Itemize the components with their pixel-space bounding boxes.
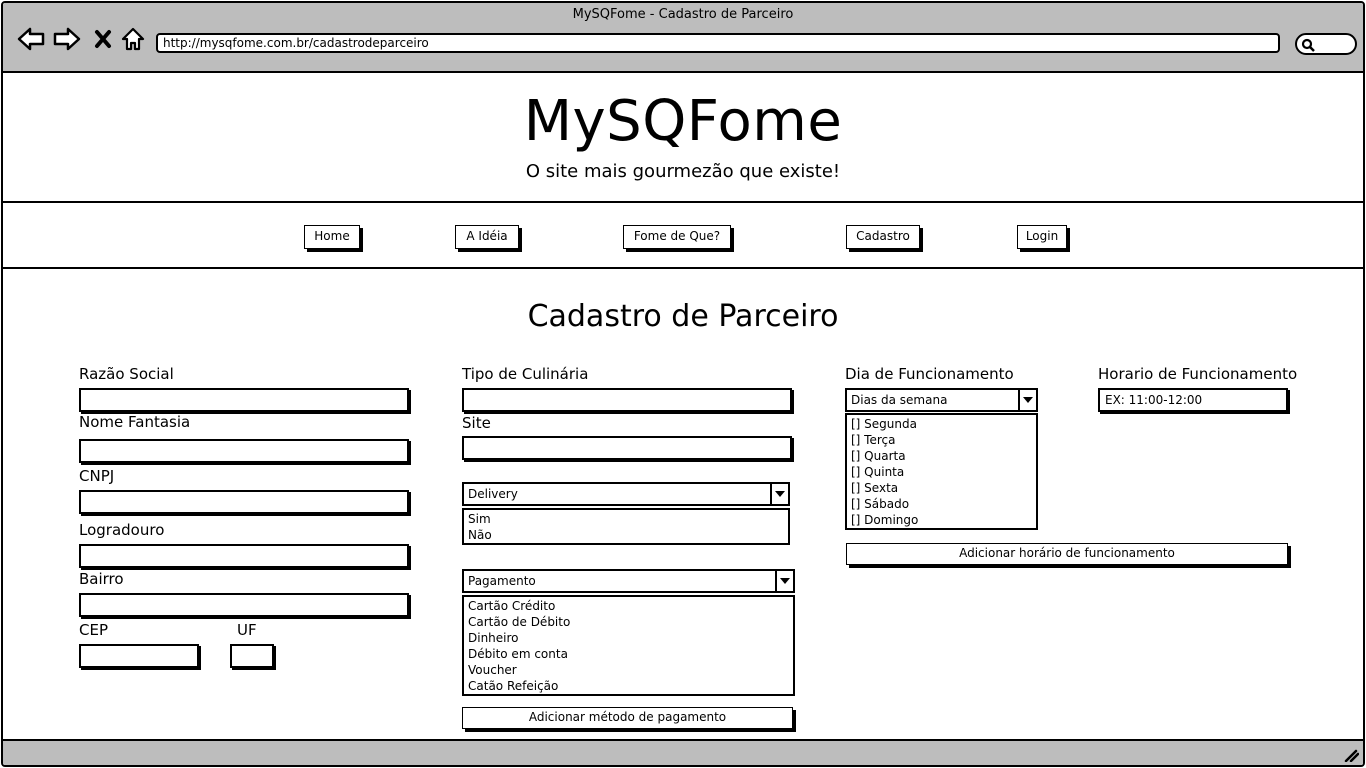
nav-cadastro-button[interactable]: Cadastro	[846, 225, 920, 249]
dias-select[interactable]: Dias da semana	[845, 388, 1038, 412]
pagamento-option[interactable]: Catão Refeição	[468, 678, 789, 694]
bairro-label: Bairro	[79, 570, 124, 588]
nome-fantasia-label: Nome Fantasia	[79, 413, 191, 431]
chevron-down-icon[interactable]	[1018, 390, 1036, 410]
dia-checkbox-item[interactable]: [] Segunda	[851, 416, 1032, 432]
uf-label: UF	[237, 621, 257, 639]
razao-social-label: Razão Social	[79, 365, 174, 383]
add-hours-button[interactable]: Adicionar horário de funcionamento	[846, 543, 1288, 565]
site-input[interactable]	[462, 436, 792, 460]
nav-login-button[interactable]: Login	[1017, 225, 1067, 249]
stop-icon[interactable]	[89, 25, 117, 53]
site-tagline: O site mais gourmezão que existe!	[525, 161, 841, 182]
pagamento-option[interactable]: Voucher	[468, 662, 789, 678]
delivery-option[interactable]: Sim	[468, 511, 784, 527]
dias-select-value: Dias da semana	[851, 393, 948, 407]
cnpj-label: CNPJ	[79, 467, 115, 485]
pagamento-select-value: Pagamento	[468, 574, 536, 588]
forward-arrow-icon[interactable]	[53, 25, 81, 53]
dias-options-list: [] Segunda [] Terça [] Quarta [] Quinta …	[845, 413, 1038, 530]
site-header: MySQFome O site mais gourmezão que exist…	[3, 73, 1363, 203]
dia-checkbox-item[interactable]: [] Terça	[851, 432, 1032, 448]
nav-ideia-button[interactable]: A Idéia	[455, 225, 519, 249]
dia-checkbox-item[interactable]: [] Quarta	[851, 448, 1032, 464]
dia-checkbox-item[interactable]: [] Sexta	[851, 480, 1032, 496]
search-icon	[1301, 38, 1315, 52]
logradouro-input[interactable]	[79, 544, 409, 568]
pagamento-select[interactable]: Pagamento	[462, 569, 795, 593]
dia-checkbox-item[interactable]: [] Sábado	[851, 496, 1032, 512]
nav-home-button[interactable]: Home	[304, 225, 360, 249]
uf-input[interactable]	[230, 644, 274, 668]
cep-input[interactable]	[79, 644, 199, 668]
chevron-down-icon[interactable]	[770, 484, 788, 504]
add-payment-method-button[interactable]: Adicionar método de pagamento	[462, 707, 793, 729]
delivery-select[interactable]: Delivery	[462, 482, 790, 506]
site-label: Site	[462, 414, 491, 432]
address-bar[interactable]: http://mysqfome.com.br/cadastrodeparceir…	[156, 33, 1280, 53]
razao-social-input[interactable]	[79, 388, 409, 412]
page-title: Cadastro de Parceiro	[527, 299, 839, 334]
nome-fantasia-input[interactable]	[79, 439, 409, 463]
horario-input[interactable]: EX: 11:00-12:00	[1098, 388, 1288, 412]
browser-search-field[interactable]	[1295, 33, 1357, 55]
delivery-options-list: Sim Não	[462, 508, 790, 545]
dia-checkbox-item[interactable]: [] Quinta	[851, 464, 1032, 480]
pagamento-option[interactable]: Dinheiro	[468, 630, 789, 646]
window-title: MySQFome - Cadastro de Parceiro	[572, 7, 794, 22]
cep-label: CEP	[79, 621, 108, 639]
main-nav: Home A Idéia Fome de Que? Cadastro Login	[3, 203, 1363, 269]
browser-toolbar: MySQFome - Cadastro de Parceiro http://m…	[3, 3, 1363, 73]
tipo-culinaria-label: Tipo de Culinária	[462, 365, 589, 383]
back-arrow-icon[interactable]	[17, 25, 45, 53]
bairro-input[interactable]	[79, 593, 409, 617]
browser-window: MySQFome - Cadastro de Parceiro http://m…	[1, 1, 1365, 767]
browser-status-bar	[3, 739, 1363, 765]
resize-grip-icon[interactable]	[1343, 748, 1359, 762]
nav-fome-de-que-button[interactable]: Fome de Que?	[623, 225, 731, 249]
tipo-culinaria-input[interactable]	[462, 388, 792, 412]
pagamento-option[interactable]: Cartão de Débito	[468, 614, 789, 630]
site-logo: MySQFome	[523, 89, 843, 154]
pagamento-options-list: Cartão Crédito Cartão de Débito Dinheiro…	[462, 595, 795, 696]
cnpj-input[interactable]	[79, 490, 409, 514]
delivery-option[interactable]: Não	[468, 527, 784, 543]
horario-funcionamento-label: Horario de Funcionamento	[1098, 365, 1298, 383]
chevron-down-icon[interactable]	[775, 571, 793, 591]
dia-checkbox-item[interactable]: [] Domingo	[851, 512, 1032, 528]
home-icon[interactable]	[119, 25, 147, 53]
pagamento-option[interactable]: Débito em conta	[468, 646, 789, 662]
logradouro-label: Logradouro	[79, 521, 165, 539]
pagamento-option[interactable]: Cartão Crédito	[468, 598, 789, 614]
dia-funcionamento-label: Dia de Funcionamento	[845, 365, 1014, 383]
delivery-select-value: Delivery	[468, 487, 518, 501]
